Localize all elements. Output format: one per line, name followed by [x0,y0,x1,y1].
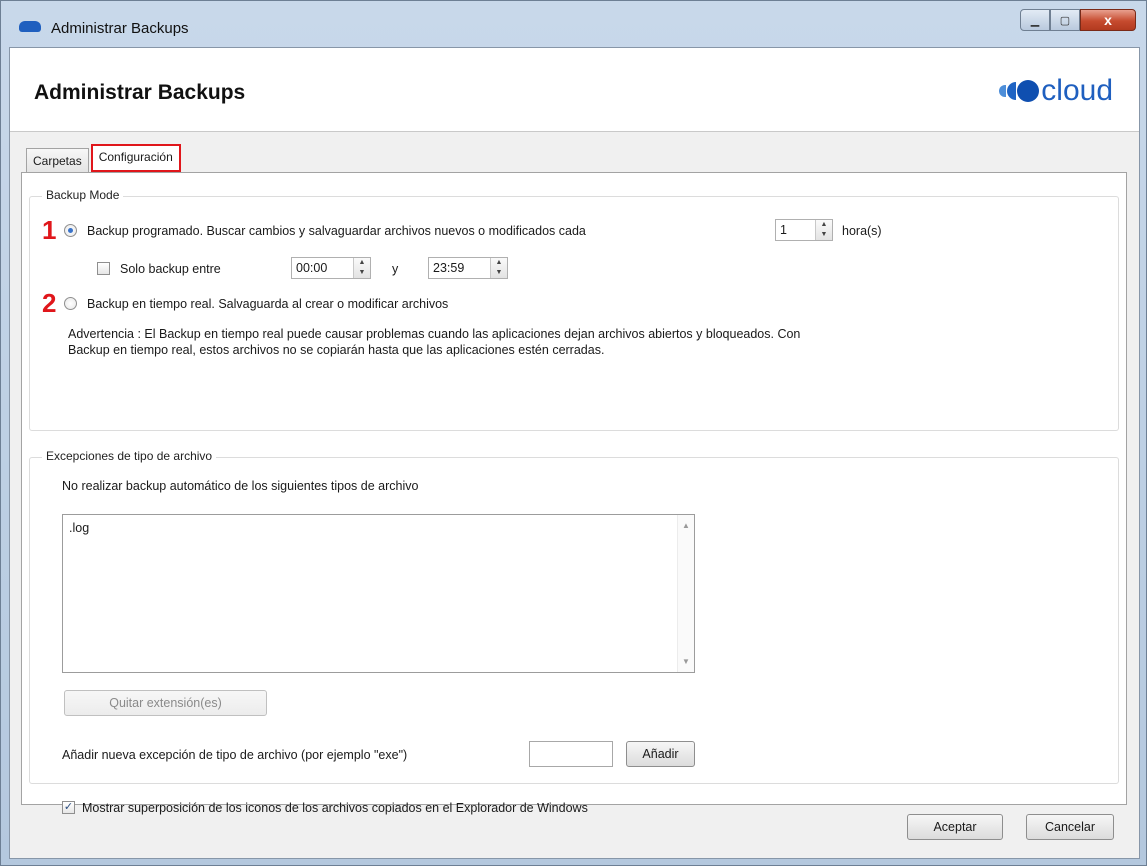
interval-value[interactable]: 1 [776,220,815,240]
overlay-icons-checkbox[interactable]: ✓ [62,801,75,814]
realtime-backup-radio[interactable] [64,297,77,310]
annotation-marker-1: 1 [42,215,57,245]
list-scrollbar[interactable]: ▲ ▼ [677,515,694,672]
dialog-header: Administrar Backups cloud [10,48,1139,132]
dialog-client: Administrar Backups cloud Carpetas Confi… [9,47,1140,859]
start-time-value[interactable]: 00:00 [292,258,353,278]
tab-configuracion[interactable]: Configuración [90,144,181,172]
start-time-arrows[interactable]: ▲ ▼ [353,258,370,278]
window-title: Administrar Backups [51,20,189,37]
exceptions-description: No realizar backup automático de los sig… [62,479,419,493]
interval-unit-label: hora(s) [842,224,882,238]
brand-logo: cloud [999,74,1113,108]
close-button[interactable]: x [1080,9,1136,31]
minimize-button[interactable]: ▁ [1020,9,1050,31]
stepper-up-icon[interactable]: ▲ [491,258,507,268]
scheduled-backup-radio[interactable] [64,224,77,237]
exceptions-title: Excepciones de tipo de archivo [42,449,217,463]
window-controls: ▁ ▢ x [1020,9,1136,31]
maximize-button[interactable]: ▢ [1050,9,1080,31]
configuration-panel: Backup Mode 1 Backup programado. Buscar … [21,172,1127,815]
logo-shape-small [999,85,1007,97]
title-bar[interactable]: Administrar Backups ▁ ▢ x [1,1,1146,47]
realtime-backup-label: Backup en tiempo real. Salvaguarda al cr… [87,297,449,311]
annotation-marker-2: 2 [42,288,57,318]
logo-shape-circle [1017,80,1040,102]
scroll-down-icon[interactable]: ▼ [682,657,690,666]
logo-text: cloud [1041,74,1113,107]
stepper-down-icon[interactable]: ▼ [816,230,832,240]
and-label: y [392,262,399,276]
tab-carpetas[interactable]: Carpetas [26,148,89,172]
stepper-down-icon[interactable]: ▼ [354,268,370,278]
end-time-picker[interactable]: 23:59 ▲ ▼ [428,257,508,279]
accept-button[interactable]: Aceptar [907,814,1003,840]
interval-stepper[interactable]: 1 ▲ ▼ [775,219,833,241]
add-exception-label: Añadir nueva excepción de tipo de archiv… [62,748,408,762]
exceptions-list[interactable]: .log ▲ ▼ [62,514,695,673]
stepper-up-icon[interactable]: ▲ [816,220,832,230]
list-item[interactable]: .log [69,521,89,535]
remove-extension-button[interactable]: Quitar extensión(es) [64,690,267,716]
interval-stepper-arrows[interactable]: ▲ ▼ [815,220,832,240]
scheduled-backup-label: Backup programado. Buscar cambios y salv… [87,224,586,238]
window: Administrar Backups ▁ ▢ x Administrar Ba… [0,0,1147,866]
only-between-checkbox[interactable] [97,262,110,275]
add-exception-input[interactable] [529,741,613,767]
tab-strip: Carpetas Configuración [26,144,181,172]
end-time-value[interactable]: 23:59 [429,258,490,278]
page-title: Administrar Backups [34,81,246,104]
backup-mode-title: Backup Mode [42,188,124,202]
end-time-arrows[interactable]: ▲ ▼ [490,258,507,278]
add-button[interactable]: Añadir [626,741,695,767]
stepper-up-icon[interactable]: ▲ [354,258,370,268]
stepper-down-icon[interactable]: ▼ [491,268,507,278]
only-between-label: Solo backup entre [120,262,221,276]
scroll-up-icon[interactable]: ▲ [682,521,690,530]
logo-shape-medium [1007,82,1017,100]
start-time-picker[interactable]: 00:00 ▲ ▼ [291,257,371,279]
overlay-icons-label: Mostrar superposición de los iconos de l… [82,801,588,815]
warning-line-1: Advertencia : El Backup en tiempo real p… [68,327,801,341]
warning-line-2: Backup en tiempo real, estos archivos no… [68,343,605,357]
cloud-app-icon [19,21,41,32]
cancel-button[interactable]: Cancelar [1026,814,1114,840]
